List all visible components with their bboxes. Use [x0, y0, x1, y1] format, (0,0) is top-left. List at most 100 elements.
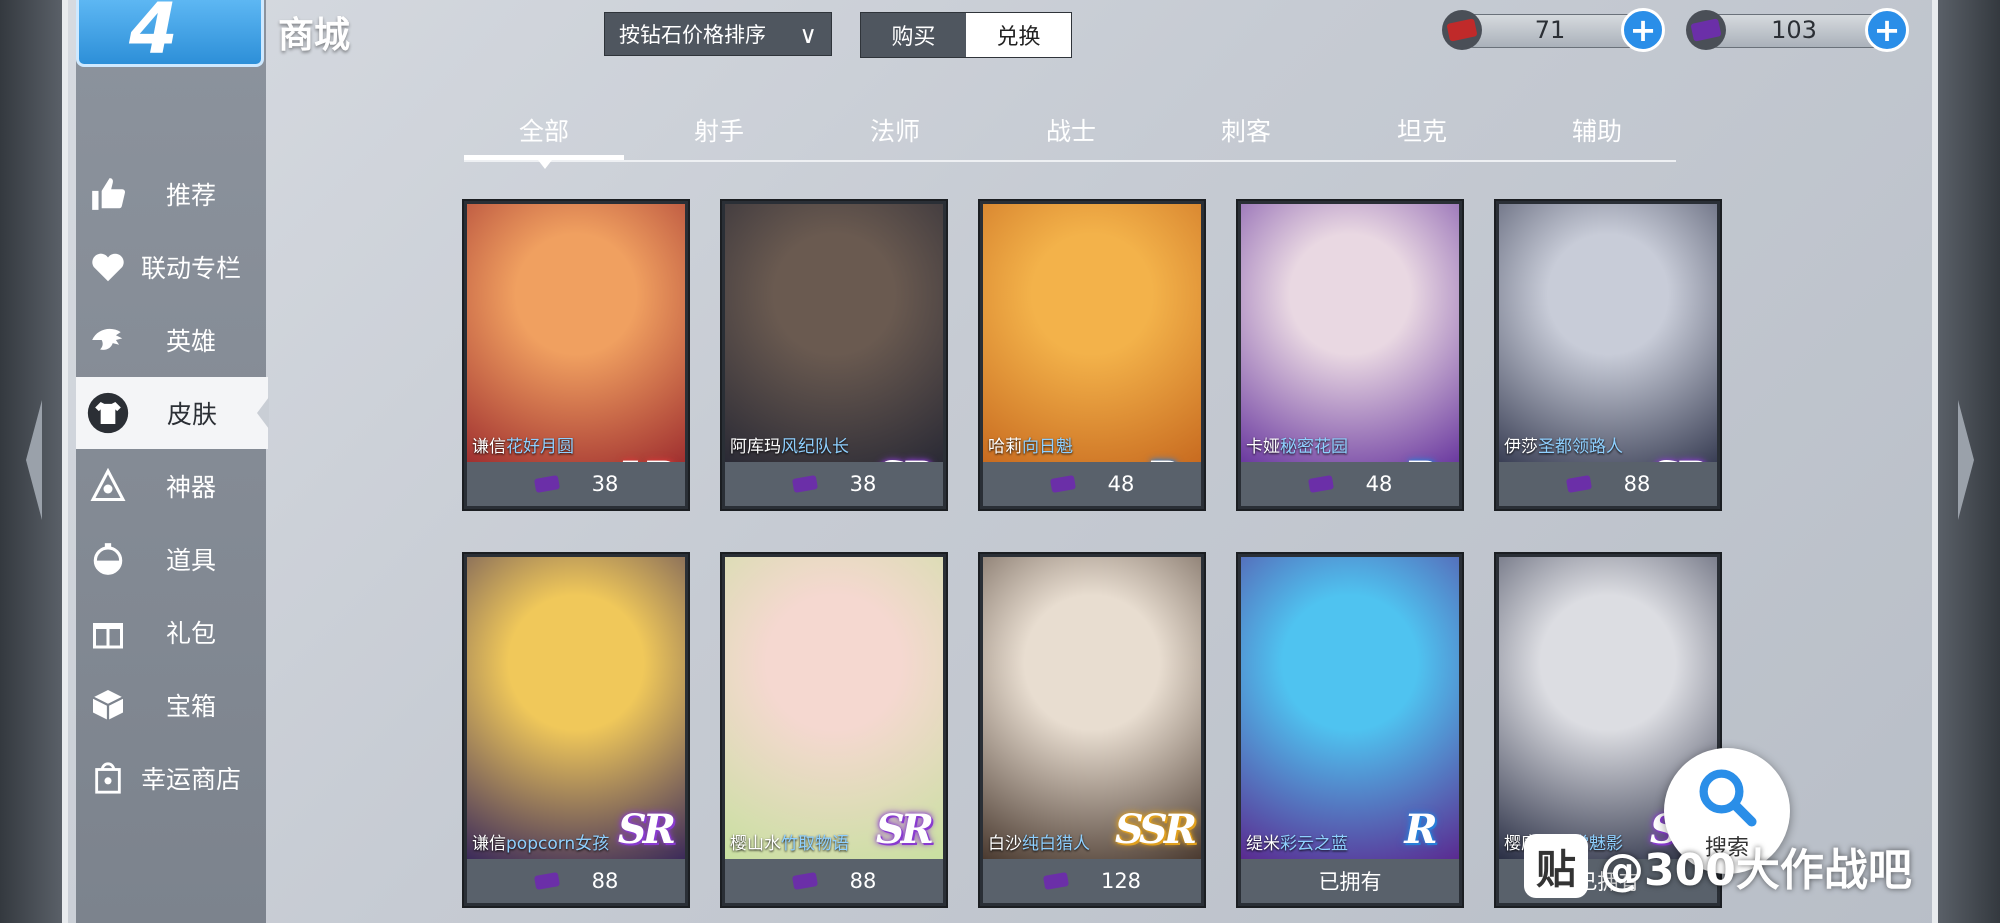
gift-icon — [86, 610, 130, 654]
sidebar-item-label: 英雄 — [165, 327, 216, 356]
tab-assassin[interactable]: 刺客 — [1166, 112, 1326, 148]
shirt-icon — [86, 391, 130, 435]
red-ticket-icon — [1442, 10, 1482, 50]
price-value: 88 — [849, 869, 877, 893]
purple-ticket-icon — [1686, 10, 1726, 50]
price-bar: 88 — [725, 859, 943, 903]
skin-name: 樱山水竹取物语 — [730, 834, 849, 854]
owned-label: 已拥有 — [1318, 870, 1382, 894]
tab-marksman[interactable]: 射手 — [639, 112, 799, 148]
price-value: 48 — [1107, 472, 1135, 496]
add-purple-ticket-button[interactable]: + — [1865, 8, 1909, 52]
sidebar-item-recommend[interactable]: 推荐 — [76, 158, 266, 230]
price-value: 88 — [1623, 472, 1651, 496]
sidebar-item-artifacts[interactable]: 神器 — [76, 450, 266, 522]
sidebar-item-collab[interactable]: 联动专栏 — [76, 231, 266, 303]
rarity-badge: SSR — [1114, 805, 1197, 853]
sidebar-item-label: 推荐 — [165, 181, 216, 210]
skin-art — [467, 204, 685, 462]
tab-tank[interactable]: 坦克 — [1342, 112, 1502, 148]
skin-name: 卡娅秘密花园 — [1246, 437, 1348, 457]
tab-support[interactable]: 辅助 — [1517, 112, 1677, 148]
price-bar: 48 — [983, 462, 1201, 506]
price-bar: 38 — [467, 462, 685, 506]
skin-card[interactable]: SR 樱山水竹取物语 88 — [720, 552, 948, 908]
price-value: 128 — [1100, 869, 1142, 893]
rarity-badge: R — [1404, 805, 1437, 853]
hero-icon — [86, 318, 130, 362]
sort-label: 按钻石价格排序 — [619, 23, 766, 47]
skin-name: 白沙纯白猎人 — [988, 834, 1090, 854]
exchange-tab[interactable]: 兑换 — [966, 13, 1071, 57]
skin-art — [983, 204, 1201, 462]
owned-status: 已拥有 — [1241, 859, 1459, 903]
skin-card[interactable]: SR 谦信popcorn女孩 88 — [462, 552, 690, 908]
sidebar-item-label: 宝箱 — [165, 692, 216, 721]
currency-red-ticket: 71 + — [1440, 8, 1665, 52]
sidebar-item-label: 联动专栏 — [140, 254, 241, 283]
sidebar-item-packs[interactable]: 礼包 — [76, 596, 266, 668]
purple-ticket-icon — [792, 475, 818, 493]
price-bar: 128 — [983, 859, 1201, 903]
artifact-icon — [86, 464, 130, 508]
skin-card[interactable]: SR 伊莎圣都领路人 88 — [1494, 199, 1722, 511]
skin-name: 阿库玛风纪队长 — [730, 437, 849, 457]
price-value: 88 — [591, 869, 619, 893]
tab-all[interactable]: 全部 — [464, 112, 624, 169]
skin-card[interactable]: R 缇米彩云之蓝 已拥有 — [1236, 552, 1464, 908]
skin-art — [1241, 204, 1459, 462]
potion-icon — [86, 537, 130, 581]
skin-name: 缇米彩云之蓝 — [1246, 834, 1348, 854]
skin-card[interactable]: R 卡娅秘密花园 48 — [1236, 199, 1464, 511]
skin-card[interactable]: R 哈莉向日魁 48 — [978, 199, 1206, 511]
sidebar-item-label: 道具 — [165, 546, 216, 575]
search-icon — [1699, 769, 1757, 827]
sidebar-item-lucky-shop[interactable]: 幸运商店 — [76, 742, 266, 814]
skin-card[interactable]: SR 阿库玛风纪队长 38 — [720, 199, 948, 511]
screen-frame-left — [0, 0, 68, 923]
category-tabs: 全部 射手 法师 战士 刺客 坦克 辅助 — [464, 112, 1677, 169]
currency-purple-ticket: 103 + — [1684, 8, 1909, 52]
tab-warrior[interactable]: 战士 — [991, 112, 1151, 148]
sidebar-item-label: 皮肤 — [166, 400, 217, 429]
purple-ticket-icon — [1566, 475, 1592, 493]
mode-toggle: 购买 兑换 — [860, 12, 1072, 58]
page-title: 商城 — [278, 15, 351, 56]
tab-mage[interactable]: 法师 — [815, 112, 975, 148]
skin-art — [725, 204, 943, 462]
purple-ticket-icon — [534, 475, 560, 493]
right-arrow-icon — [1958, 400, 1974, 520]
sidebar-item-skins[interactable]: 皮肤 — [76, 377, 269, 449]
sidebar-item-label: 礼包 — [165, 619, 216, 648]
skin-card[interactable]: LR 谦信花好月圆 38 — [462, 199, 690, 511]
sort-dropdown[interactable]: 按钻石价格排序 ∨ — [604, 12, 832, 56]
price-bar: 88 — [467, 859, 685, 903]
price-value: 38 — [849, 472, 877, 496]
price-bar: 48 — [1241, 462, 1459, 506]
skin-name: 伊莎圣都领路人 — [1504, 437, 1623, 457]
currency-value: 103 — [1771, 16, 1817, 44]
price-bar: 88 — [1499, 462, 1717, 506]
skin-card[interactable]: SSR 白沙纯白猎人 128 — [978, 552, 1206, 908]
skin-name: 谦信花好月圆 — [472, 437, 574, 457]
back-logo-button[interactable]: 4 — [76, 0, 264, 70]
skin-name: 哈莉向日魁 — [988, 437, 1073, 457]
thumbs-up-icon — [86, 172, 130, 216]
price-value: 48 — [1365, 472, 1393, 496]
sidebar-item-items[interactable]: 道具 — [76, 523, 266, 595]
purple-ticket-icon — [1043, 872, 1069, 890]
box-icon — [86, 683, 130, 727]
watermark: 贴 @300大作战吧 — [1524, 828, 1912, 904]
buy-tab[interactable]: 购买 — [861, 13, 966, 57]
chevron-down-icon: ∨ — [799, 21, 817, 49]
screen-frame-right — [1932, 0, 2000, 923]
lucky-bag-icon — [86, 756, 130, 800]
tieba-logo-icon: 贴 — [1524, 834, 1588, 898]
logo-number: 4 — [129, 0, 178, 70]
sidebar-item-heroes[interactable]: 英雄 — [76, 304, 266, 376]
add-red-ticket-button[interactable]: + — [1621, 8, 1665, 52]
skin-art — [1499, 204, 1717, 462]
purple-ticket-icon — [1308, 475, 1334, 493]
price-value: 38 — [591, 472, 619, 496]
sidebar-item-chests[interactable]: 宝箱 — [76, 669, 266, 741]
